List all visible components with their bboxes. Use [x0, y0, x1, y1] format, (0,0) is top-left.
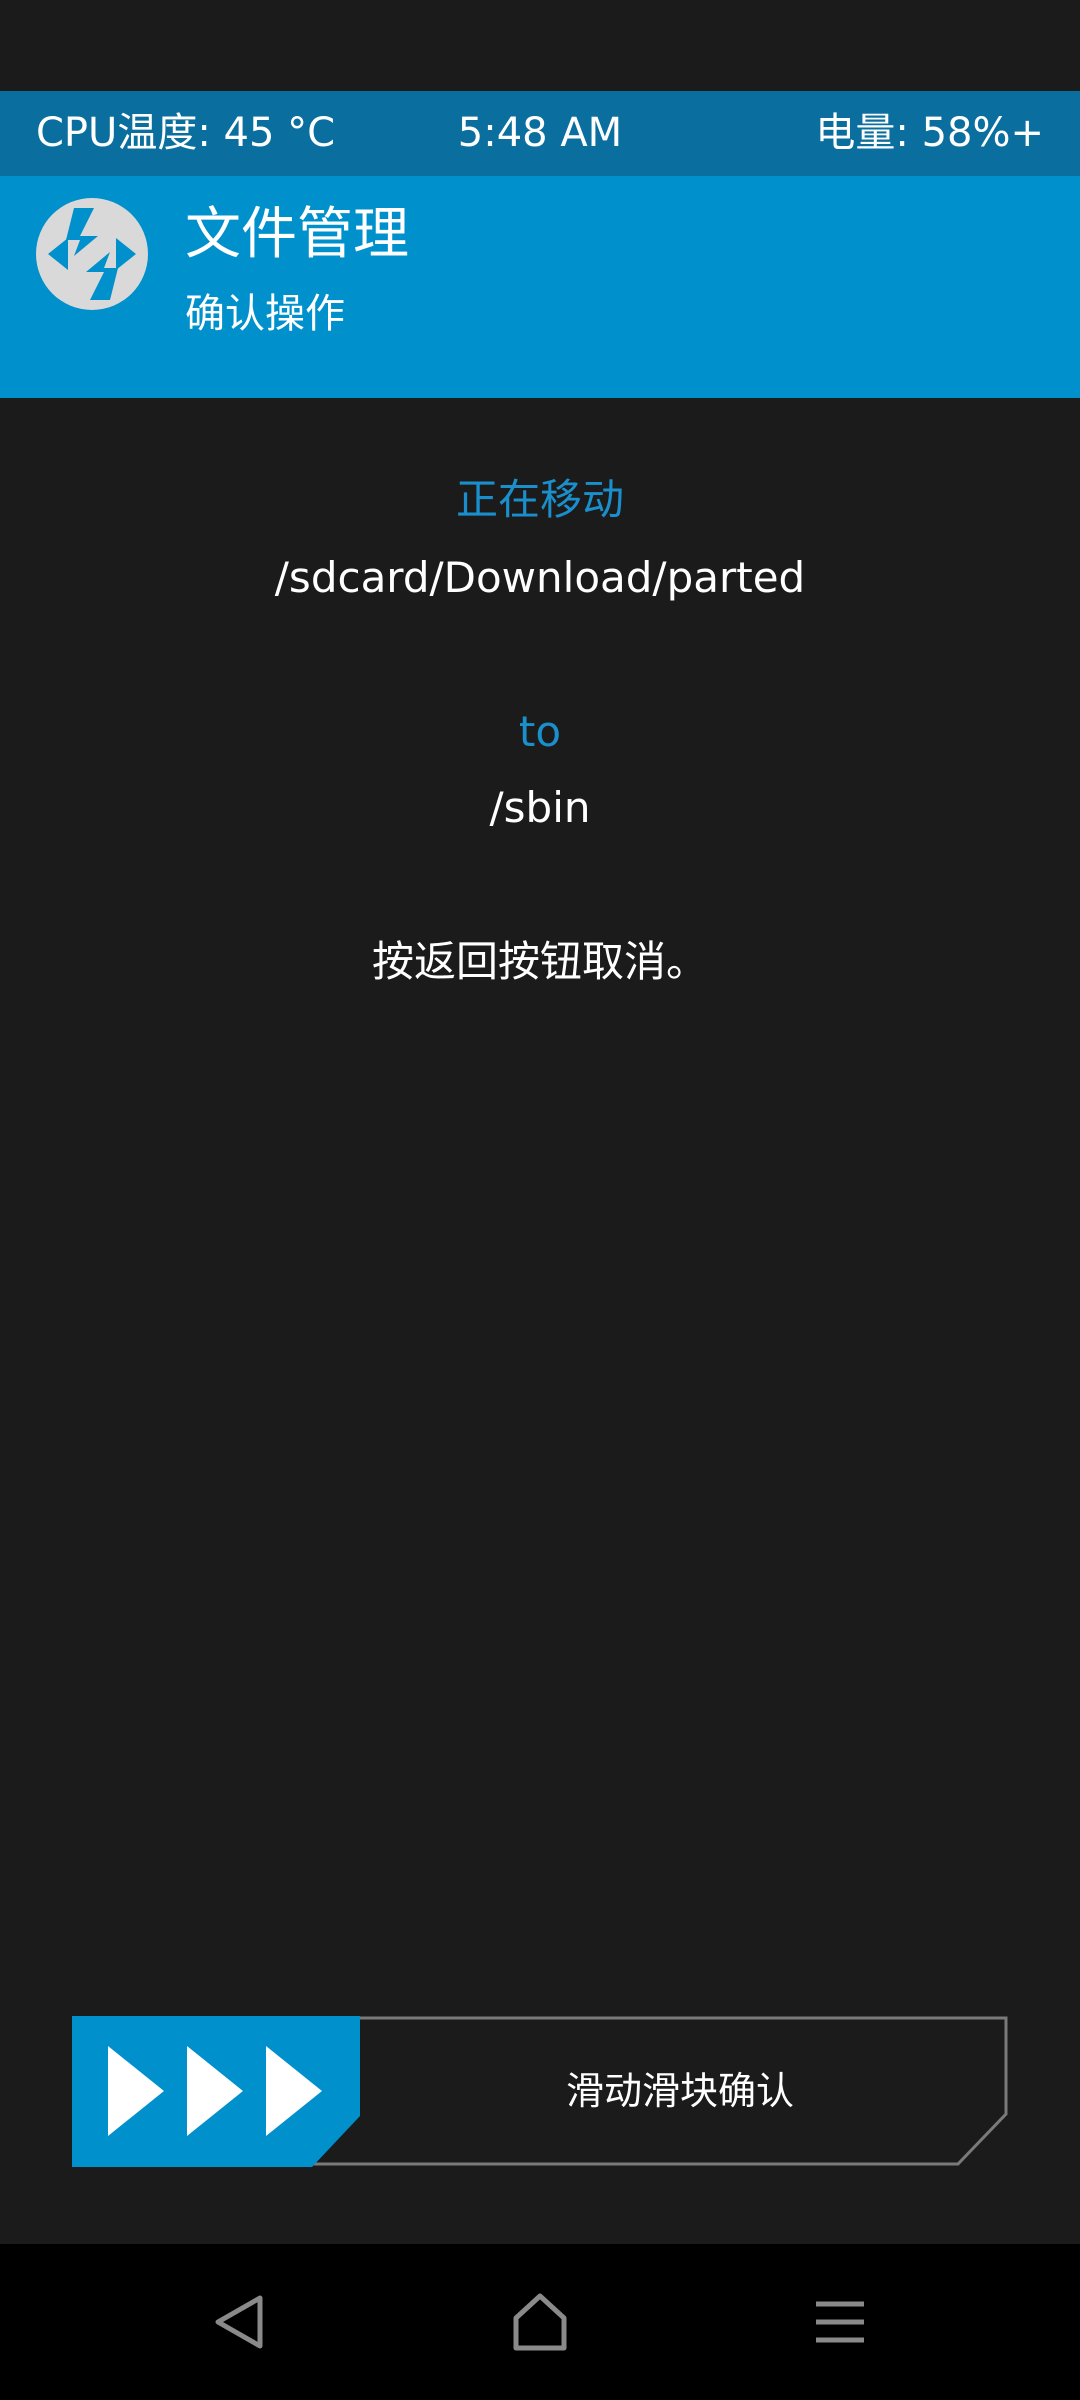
page-subtitle: 确认操作 — [185, 291, 345, 337]
navigation-bar — [0, 2244, 1080, 2400]
swipe-to-confirm-slider[interactable]: 滑动滑块确认 — [72, 2016, 1008, 2167]
cancel-hint: 按返回按钮取消。 — [371, 937, 708, 986]
twrp-logo-icon — [36, 198, 148, 310]
top-spacer — [0, 0, 1080, 91]
page-title: 文件管理 — [185, 202, 409, 267]
header: 文件管理 确认操作 — [0, 176, 1080, 398]
menu-icon[interactable] — [800, 2282, 880, 2362]
destination-path: /sbin — [489, 783, 591, 832]
home-icon[interactable] — [500, 2282, 580, 2362]
back-triangle-icon[interactable] — [200, 2282, 280, 2362]
slider-label: 滑动滑块确认 — [565, 2069, 794, 2113]
battery-level: 电量: 58%+ — [815, 110, 1044, 156]
to-label: to — [518, 707, 562, 756]
slider-handle[interactable] — [72, 2016, 362, 2167]
status-bar: CPU温度: 45 °C 5:48 AM 电量: 58%+ — [0, 91, 1080, 176]
action-label: 正在移动 — [455, 475, 624, 524]
source-path: /sdcard/Download/parted — [274, 553, 806, 602]
